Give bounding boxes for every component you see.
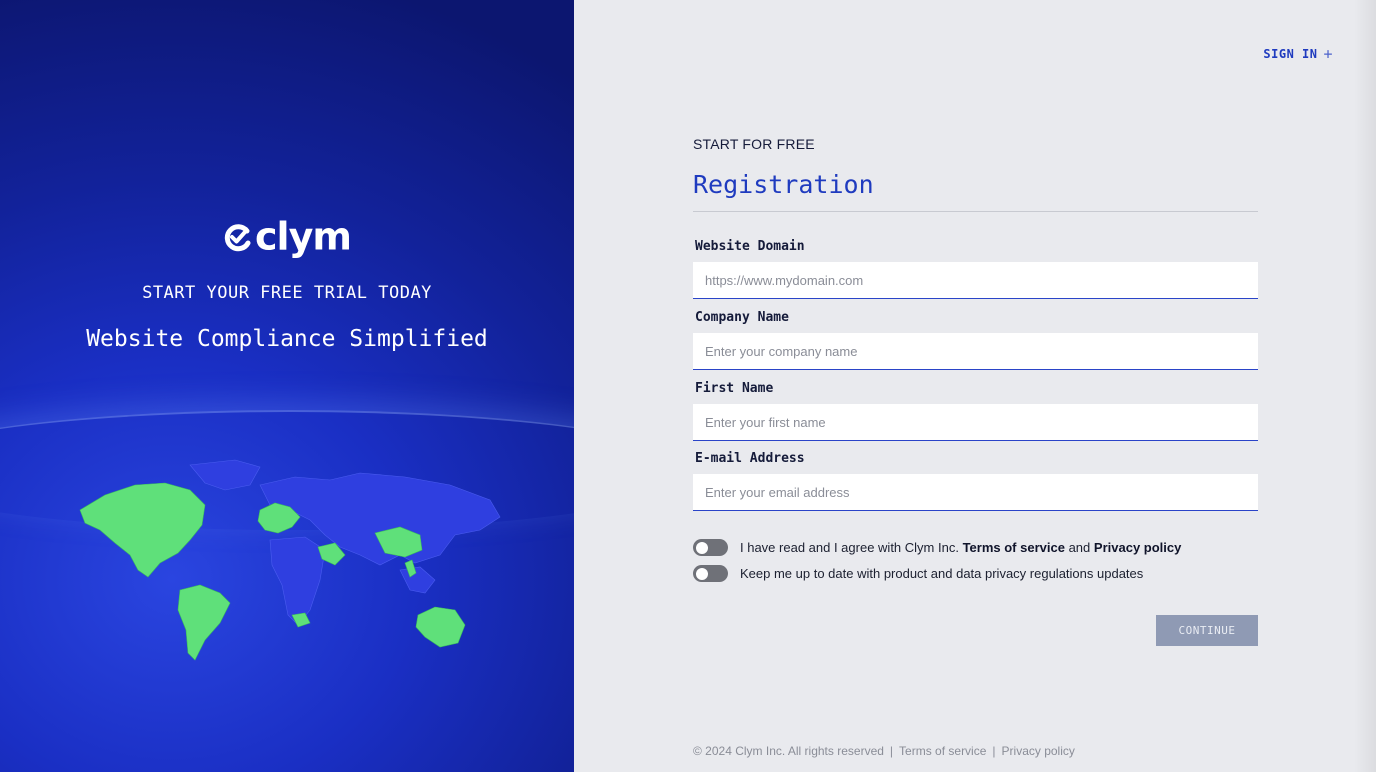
first-name-input[interactable] [693, 404, 1258, 441]
email-label: E-mail Address [695, 451, 805, 466]
updates-text: Keep me up to date with product and data… [740, 566, 1144, 581]
footer-terms-link[interactable]: Terms of service [899, 744, 986, 758]
email-field: E-mail Address [693, 450, 1258, 511]
plus-icon: + [1323, 45, 1333, 63]
clym-logo: clym [0, 212, 574, 259]
website-domain-input[interactable] [693, 262, 1258, 299]
form-eyebrow: START FOR FREE [693, 136, 815, 152]
logo-wordmark: clym [255, 214, 352, 259]
agree-terms-row: I have read and I agree with Clym Inc. T… [693, 539, 1181, 556]
privacy-policy-link[interactable]: Privacy policy [1094, 540, 1181, 555]
clym-logo-icon [224, 223, 251, 251]
agree-terms-text: I have read and I agree with Clym Inc. T… [740, 540, 1181, 555]
form-title: Registration [693, 170, 874, 199]
footer-separator: | [992, 744, 996, 758]
company-name-input[interactable] [693, 333, 1258, 370]
website-domain-label: Website Domain [695, 239, 805, 254]
footer-separator: | [889, 744, 894, 758]
footer-privacy-link[interactable]: Privacy policy [1002, 744, 1075, 758]
form-divider [693, 211, 1258, 212]
brand-headline: Website Compliance Simplified [86, 326, 488, 352]
toggle-knob [696, 541, 708, 554]
sign-in-label: SIGN IN [1263, 47, 1318, 61]
terms-of-service-link[interactable]: Terms of service [963, 540, 1065, 555]
updates-toggle[interactable] [693, 565, 728, 582]
panel-edge-shadow [1354, 0, 1376, 772]
continue-button[interactable]: CONTINUE [1156, 615, 1258, 646]
copyright-text: © 2024 Clym Inc. All rights reserved [693, 744, 884, 758]
first-name-field: First Name [693, 380, 1258, 441]
email-input[interactable] [693, 474, 1258, 511]
sign-in-link[interactable]: SIGN IN + [1263, 45, 1333, 63]
company-name-field: Company Name [693, 309, 1258, 370]
updates-row: Keep me up to date with product and data… [693, 565, 1143, 582]
footer: © 2024 Clym Inc. All rights reserved | T… [693, 744, 1075, 758]
agree-prefix: I have read and I agree with Clym Inc. [740, 540, 959, 555]
agree-terms-toggle[interactable] [693, 539, 728, 556]
toggle-knob [696, 567, 708, 580]
first-name-label: First Name [695, 381, 774, 396]
company-name-label: Company Name [695, 310, 789, 325]
registration-form: START FOR FREE Registration Website Doma… [693, 136, 1258, 646]
registration-panel: SIGN IN + START FOR FREE Registration We… [574, 0, 1376, 772]
brand-tagline: START YOUR FREE TRIAL TODAY [142, 283, 432, 303]
agree-and: and [1068, 540, 1091, 555]
website-domain-field: Website Domain [693, 238, 1258, 299]
world-map-illustration [79, 459, 501, 661]
brand-panel: clym START YOUR FREE TRIAL TODAY Website… [0, 0, 574, 772]
